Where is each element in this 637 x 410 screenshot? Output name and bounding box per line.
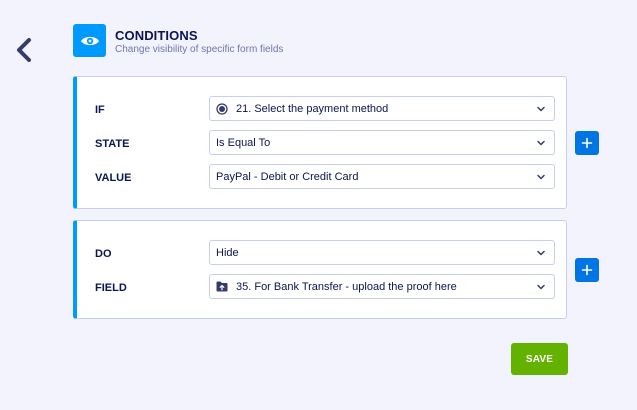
target-field-value: 35. For Bank Transfer - upload the proof… — [236, 280, 457, 293]
do-action-select[interactable]: Hide — [209, 240, 555, 265]
state-value: Is Equal To — [216, 136, 271, 149]
chevron-down-icon — [537, 174, 545, 179]
page-title: CONDITIONS — [115, 28, 198, 43]
chevron-down-icon — [537, 250, 545, 255]
back-button[interactable] — [14, 37, 36, 63]
value-value: PayPal - Debit or Credit Card — [216, 170, 359, 183]
plus-icon — [581, 137, 593, 149]
radio-icon — [216, 102, 228, 115]
state-label: STATE — [95, 138, 130, 150]
eye-icon — [80, 36, 99, 45]
eye-icon-badge — [73, 24, 106, 57]
file-upload-icon — [216, 281, 228, 293]
add-condition-button[interactable] — [575, 131, 599, 155]
do-label: DO — [95, 248, 112, 260]
chevron-down-icon — [537, 140, 545, 145]
page-subtitle: Change visibility of specific form field… — [115, 44, 284, 55]
add-action-button[interactable] — [575, 258, 599, 282]
do-action-card: DO Hide FIELD 35. For Bank Transfer - up… — [73, 220, 567, 319]
field-label: FIELD — [95, 282, 127, 294]
do-action-value: Hide — [216, 246, 239, 259]
if-field-value: 21. Select the payment method — [236, 102, 389, 115]
target-field-select[interactable]: 35. For Bank Transfer - upload the proof… — [209, 274, 555, 299]
state-select[interactable]: Is Equal To — [209, 130, 555, 155]
plus-icon — [581, 264, 593, 276]
chevron-left-icon — [17, 38, 31, 62]
value-select[interactable]: PayPal - Debit or Credit Card — [209, 164, 555, 189]
if-condition-card: IF 21. Select the payment method STATE I… — [73, 76, 567, 209]
if-label: IF — [95, 104, 105, 116]
value-label: VALUE — [95, 172, 132, 184]
chevron-down-icon — [537, 284, 545, 289]
chevron-down-icon — [537, 106, 545, 111]
save-button[interactable]: SAVE — [511, 343, 568, 375]
if-field-select[interactable]: 21. Select the payment method — [209, 96, 555, 121]
